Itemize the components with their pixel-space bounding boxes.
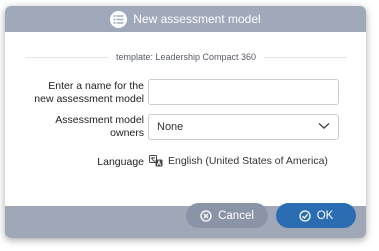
model-name-input[interactable] [148, 79, 339, 105]
owners-label: Assessment model owners [8, 114, 144, 140]
cancel-button[interactable]: Cancel [186, 203, 268, 228]
owners-select[interactable]: None [148, 114, 339, 140]
divider [25, 56, 108, 58]
name-label-line1: Enter a name for the [48, 80, 144, 92]
check-circle-icon [299, 209, 311, 222]
dialog-title: New assessment model [133, 12, 261, 26]
translate-icon [149, 155, 163, 167]
language-text: English (United States of America) [168, 155, 328, 167]
cancel-circle-icon [200, 209, 212, 222]
owners-label-line1: Assessment model [55, 114, 144, 126]
language-value: English (United States of America) [149, 151, 328, 171]
ok-button[interactable]: OK [276, 203, 356, 228]
ok-label: OK [316, 209, 334, 222]
owners-label-line2: owners [110, 127, 144, 139]
template-text: template: Leadership Compact 360 [115, 52, 257, 62]
name-label-line2: new assessment model [34, 93, 144, 105]
list-icon [110, 10, 128, 28]
template-caption: template: Leadership Compact 360 [25, 50, 347, 64]
language-label: Language [97, 156, 144, 168]
chevron-down-icon[interactable] [318, 121, 330, 133]
divider [264, 56, 347, 58]
dialog-titlebar: New assessment model [5, 6, 366, 32]
cancel-label: Cancel [218, 209, 254, 222]
owners-selected-value: None [157, 121, 184, 133]
name-label: Enter a name for the new assessment mode… [8, 80, 144, 106]
